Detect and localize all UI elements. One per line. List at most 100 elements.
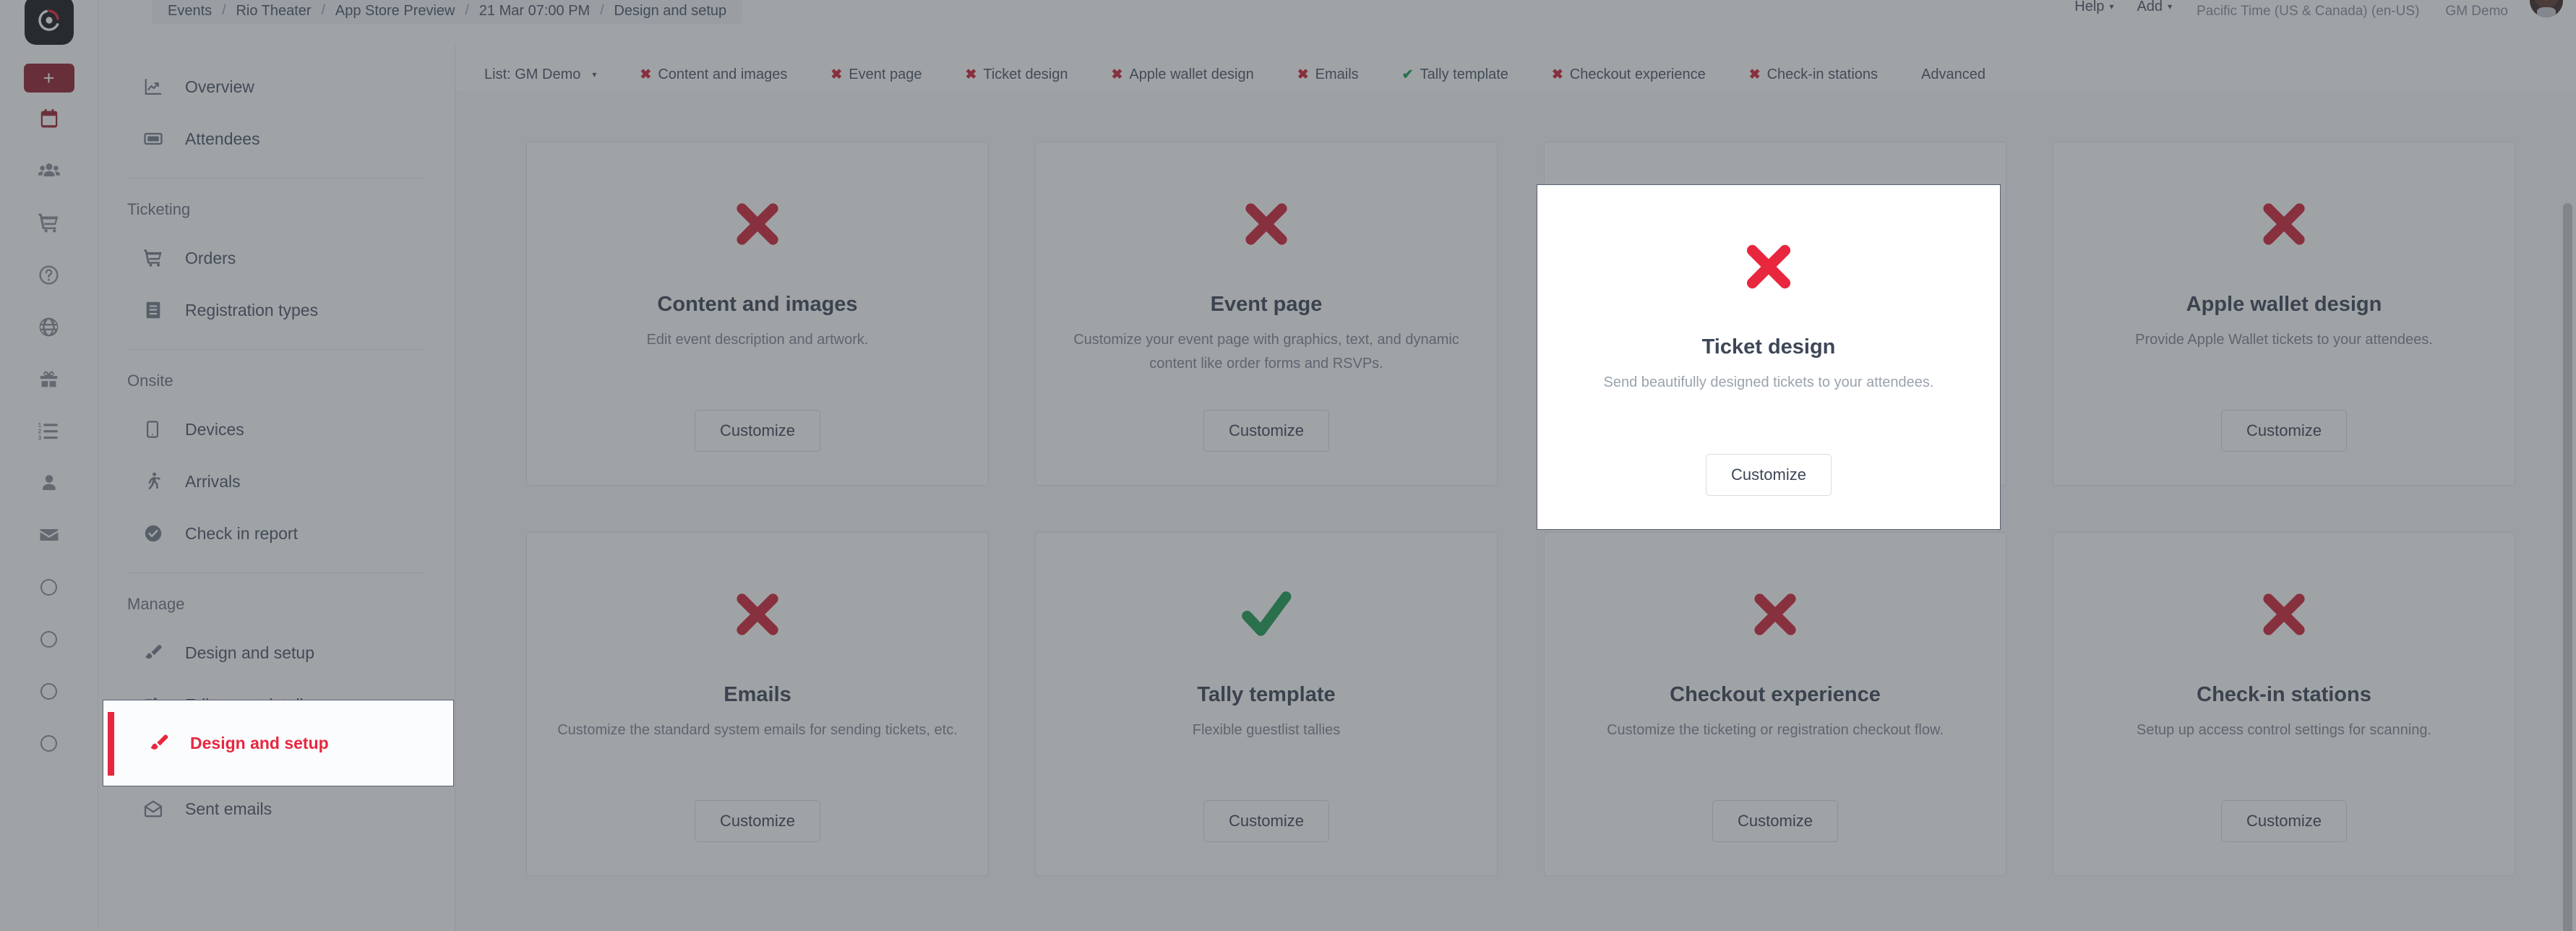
x-mark-icon	[1238, 181, 1295, 267]
help-circle-icon[interactable]	[0, 249, 98, 301]
add-menu-label: Add	[2137, 0, 2163, 14]
cart-icon	[143, 248, 185, 268]
ticket-icon	[143, 129, 185, 149]
breadcrumb-item[interactable]: 21 Mar 07:00 PM	[479, 3, 590, 20]
top-header: Events / Rio Theater / App Store Preview…	[98, 0, 2576, 25]
user-name: Jen Blake	[2447, 0, 2507, 2]
customize-button[interactable]: Customize	[695, 410, 820, 452]
breadcrumb-item[interactable]: App Store Preview	[335, 3, 455, 20]
tab-content-and-images[interactable]: ✖ Content and images	[618, 66, 809, 83]
sidebar-item-design-and-setup[interactable]: Design and setup	[98, 627, 455, 679]
sidebar-item-label: Registration types	[185, 300, 319, 319]
card-title: Check-in stations	[2197, 683, 2371, 706]
customize-button[interactable]: Customize	[695, 800, 820, 842]
sidebar-item-registration-types[interactable]: Registration types	[98, 284, 455, 336]
sidebar-item-sent-emails[interactable]: Sent emails	[98, 783, 455, 835]
sidebar-item-label: Devices	[185, 419, 244, 439]
globe-icon[interactable]	[0, 301, 98, 353]
card-description: Flexible guestlist tallies	[1192, 722, 1341, 738]
tab-ticket-design[interactable]: ✖ Ticket design	[943, 66, 1089, 83]
tab-checkout-experience[interactable]: ✖ Checkout experience	[1530, 66, 1727, 83]
sidebar-item-label: Orders	[185, 248, 236, 267]
x-mark-icon: ✖	[640, 66, 652, 82]
app-logo[interactable]	[24, 0, 74, 45]
customize-button[interactable]: Customize	[2221, 800, 2347, 842]
paintbrush-icon	[143, 643, 185, 663]
tab-apple-wallet-design[interactable]: ✖ Apple wallet design	[1089, 66, 1275, 83]
avatar[interactable]	[2530, 0, 2563, 17]
card-content-and-images[interactable]: Content and images Edit event descriptio…	[526, 142, 989, 486]
customize-button[interactable]: Customize	[1203, 410, 1329, 452]
card-check-in-stations[interactable]: Check-in stations Setup up access contro…	[2053, 532, 2515, 876]
circle-icon[interactable]	[0, 561, 98, 613]
sidebar-item-check-in-report[interactable]: Check in report	[98, 507, 455, 559]
person-icon[interactable]	[0, 457, 98, 509]
sidebar-item-devices[interactable]: Devices	[98, 403, 455, 455]
x-mark-icon: ✖	[1748, 66, 1761, 82]
customize-button[interactable]: Customize	[1203, 800, 1329, 842]
sidebar-item-label: Overview	[185, 77, 254, 96]
customize-button[interactable]: Customize	[1712, 800, 1838, 842]
card-event-page[interactable]: Event page Customize your event page wit…	[1035, 142, 1498, 486]
event-sidebar: Overview Attendees Ticketing Orders Regi…	[98, 45, 455, 931]
circle-icon[interactable]	[0, 613, 98, 665]
breadcrumb-separator: /	[465, 3, 469, 18]
calendar-icon[interactable]	[0, 93, 98, 145]
app-content: + 123 Events / Rio Theater / App Store P…	[0, 0, 2576, 931]
card-emails[interactable]: Emails Customize the standard system ema…	[526, 532, 989, 876]
book-icon	[143, 300, 185, 320]
header-right-cluster: Help ▾ Add ▾ Time Zone Pacific Time (US & …	[2063, 0, 2563, 20]
app-window: + 123 Events / Rio Theater / App Store P…	[0, 0, 2576, 931]
customize-button[interactable]: Customize	[2221, 410, 2347, 452]
sidebar-item-label: Arrivals	[185, 471, 241, 491]
x-mark-icon	[1739, 224, 1798, 309]
add-menu[interactable]: Add ▾	[2125, 0, 2184, 15]
spotlight-sidebar-design-and-setup[interactable]: Design and setup	[103, 700, 454, 786]
tab-tally-template[interactable]: ✔ Tally template	[1381, 66, 1530, 83]
svg-text:1: 1	[38, 421, 42, 428]
spotlight-card-ticket-design[interactable]: Ticket design Send beautifully designed …	[1537, 184, 2001, 530]
cart-icon[interactable]	[0, 197, 98, 249]
x-mark-icon	[729, 181, 786, 267]
list-selector[interactable]: List: GM Demo ▾	[463, 66, 618, 83]
vertical-scrollbar[interactable]	[2563, 203, 2572, 931]
sidebar-item-attendees[interactable]: Attendees	[98, 113, 455, 165]
card-description: Customize your event page with graphics,…	[1073, 332, 1459, 372]
breadcrumb-item[interactable]: Events	[168, 3, 212, 20]
x-mark-icon: ✖	[1297, 66, 1309, 82]
x-mark-icon	[2256, 181, 2312, 267]
tab-label: Apple wallet design	[1129, 66, 1254, 82]
tab-event-page[interactable]: ✖ Event page	[809, 66, 943, 83]
card-checkout-experience[interactable]: Checkout experience Customize the ticket…	[1544, 532, 2006, 876]
tab-emails[interactable]: ✖ Emails	[1276, 66, 1381, 83]
tab-advanced[interactable]: Advanced	[1899, 66, 2007, 83]
help-menu[interactable]: Help ▾	[2063, 0, 2125, 15]
circle-icon[interactable]	[0, 717, 98, 769]
app-rail: + 123	[0, 0, 98, 931]
tab-label: Check-in stations	[1766, 66, 1879, 82]
sidebar-item-orders[interactable]: Orders	[98, 232, 455, 284]
user-block[interactable]: Jen Blake GM Demo	[2432, 0, 2521, 20]
tab-label: Emails	[1315, 66, 1359, 82]
timezone-block[interactable]: Time Zone Pacific Time (US & Canada) (en…	[2184, 0, 2432, 20]
timezone-label: Time Zone	[2275, 0, 2340, 2]
card-title: Emails	[724, 683, 791, 706]
card-tally-template[interactable]: Tally template Flexible guestlist tallie…	[1035, 532, 1498, 876]
tab-check-in-stations[interactable]: ✖ Check-in stations	[1727, 66, 1899, 83]
card-description: Edit event description and artwork.	[646, 332, 869, 348]
ordered-list-icon[interactable]: 123	[0, 405, 98, 457]
card-grid: Content and images Edit event descriptio…	[455, 142, 2576, 876]
add-button[interactable]: +	[23, 64, 74, 93]
people-icon[interactable]	[0, 145, 98, 197]
x-mark-icon	[1747, 572, 1803, 657]
spotlight-customize-button[interactable]: Customize	[1706, 454, 1832, 496]
envelope-icon[interactable]	[0, 509, 98, 561]
gift-icon[interactable]	[0, 353, 98, 405]
card-description: Customize the ticketing or registration …	[1607, 722, 1944, 738]
sidebar-item-arrivals[interactable]: Arrivals	[98, 455, 455, 507]
circle-icon[interactable]	[0, 665, 98, 717]
breadcrumb-item-current[interactable]: Design and setup	[614, 3, 726, 20]
sidebar-item-overview[interactable]: Overview	[98, 61, 455, 113]
breadcrumb-item[interactable]: Rio Theater	[236, 3, 311, 20]
card-apple-wallet-design[interactable]: Apple wallet design Provide Apple Wallet…	[2053, 142, 2515, 486]
